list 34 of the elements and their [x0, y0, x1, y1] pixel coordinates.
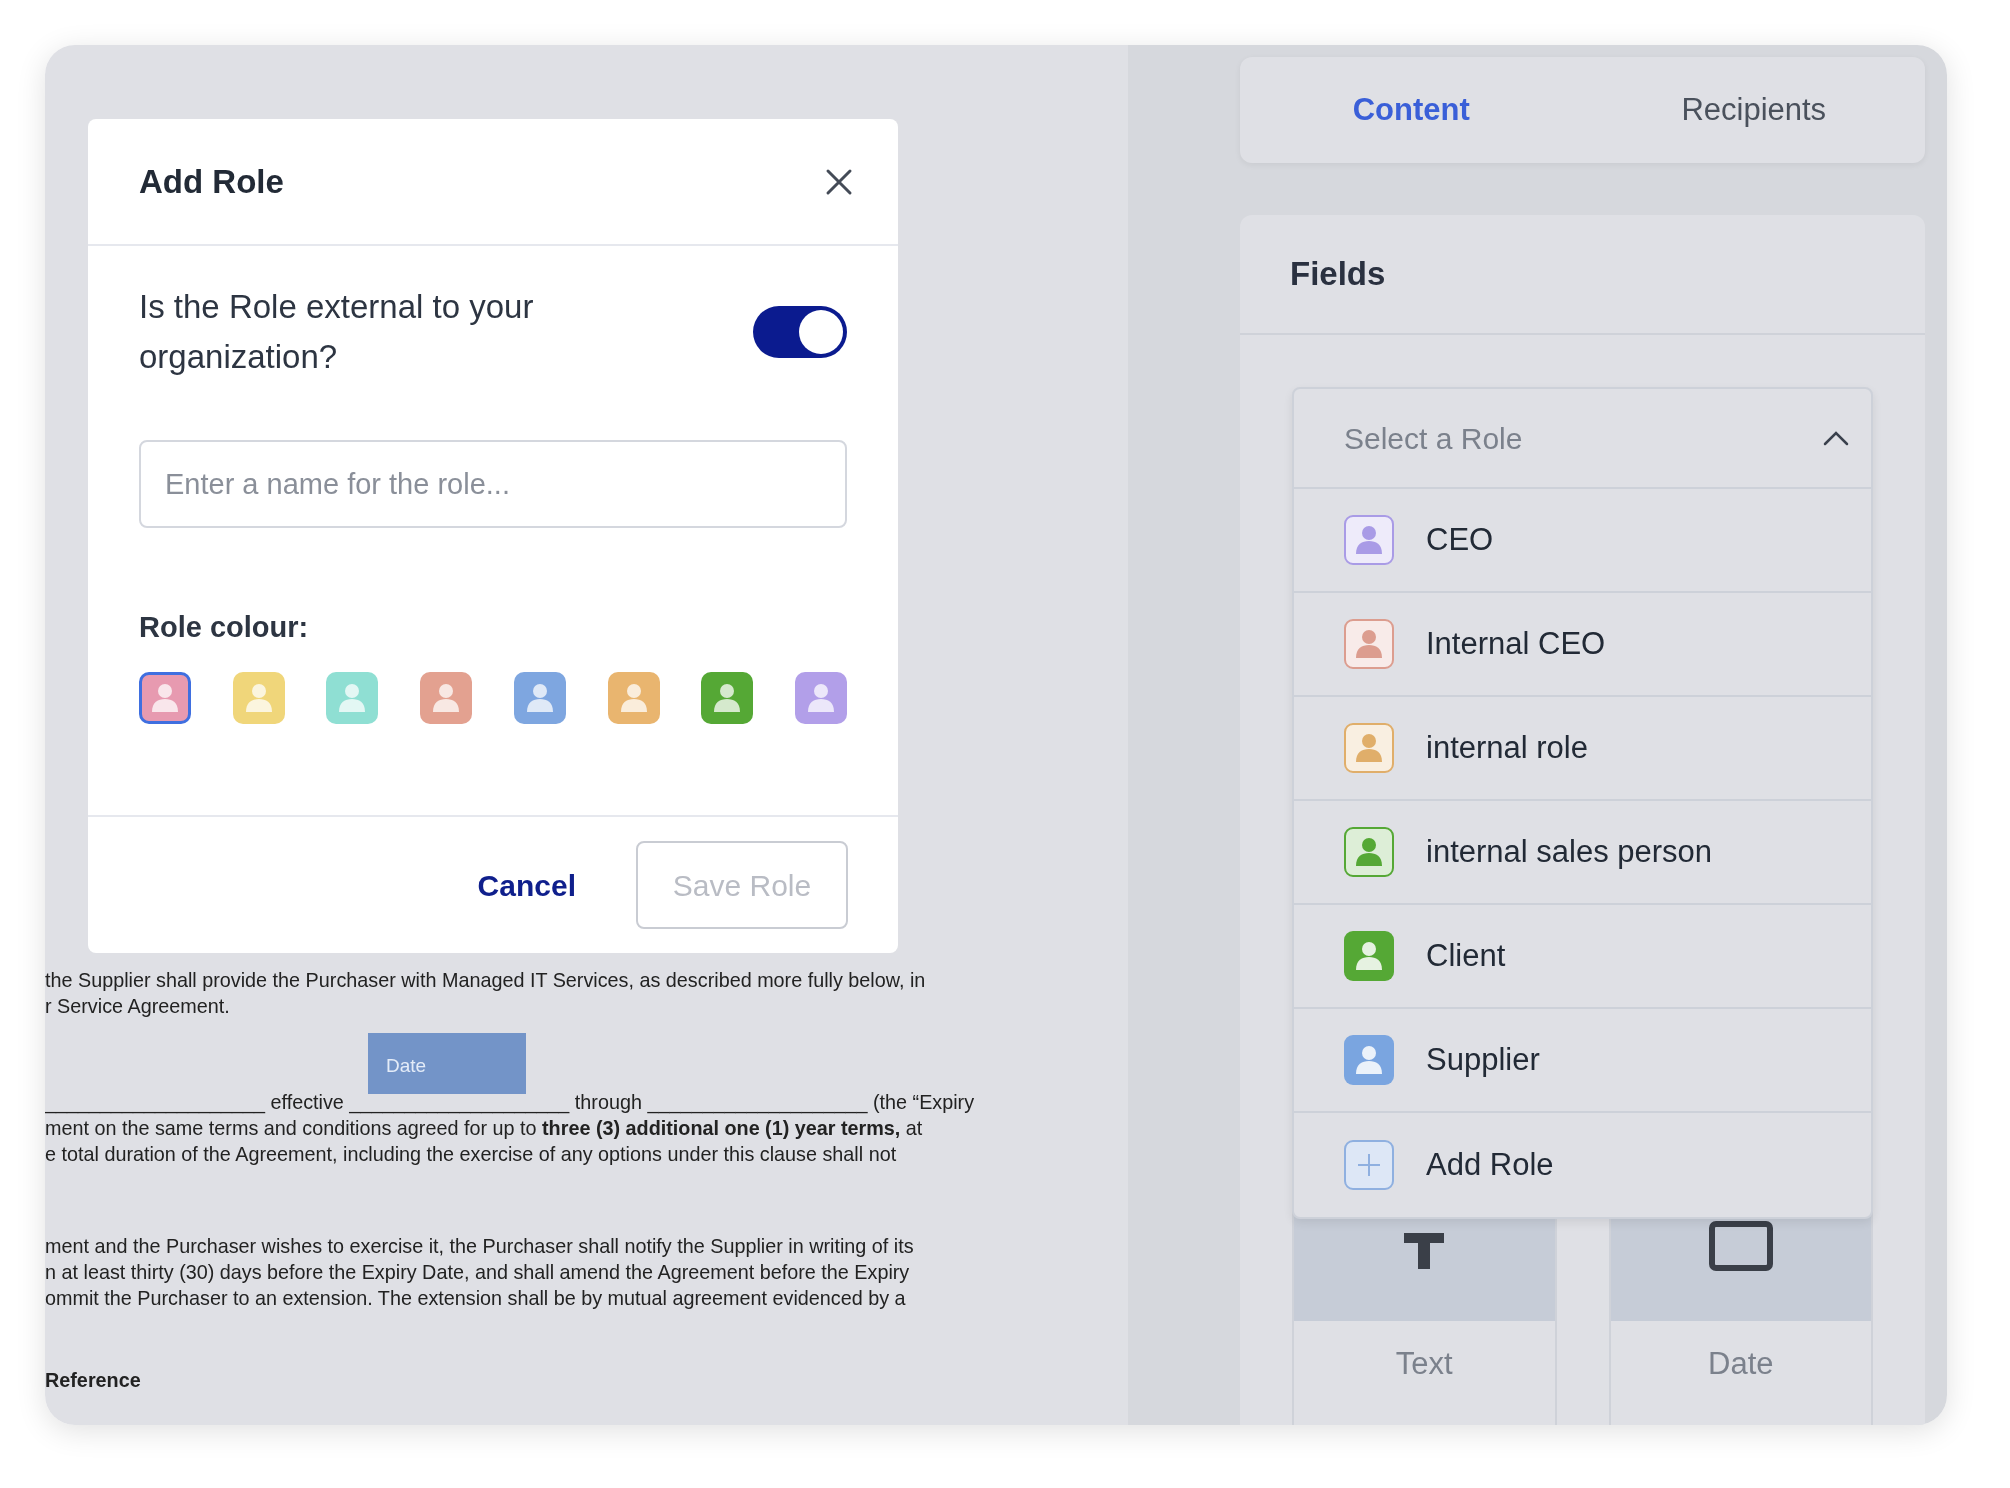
colour-swatch[interactable]: [701, 671, 754, 724]
colour-label: Role colour:: [139, 610, 310, 645]
document-text: r Service Agreement.: [45, 994, 231, 1019]
colour-swatch[interactable]: [232, 671, 285, 724]
document-text: the Supplier shall provide the Purchaser with Managed IT Services, as described more fully below, in: [45, 968, 927, 993]
role-dropdown[interactable]: Select a Role CEO Internal CEO internal role internal sales person Client Supplier Add Role: [1292, 387, 1873, 1219]
question-text: Is the Role external to your organization?: [139, 287, 535, 377]
document-text: ment on the same terms and conditions agreed for up to three (3) additional one (1) year terms, at: [45, 1116, 924, 1141]
role-option[interactable]: Supplier: [1294, 1009, 1871, 1113]
name-input-field[interactable]: Enter a name for the role...: [139, 440, 847, 528]
colour-swatch[interactable]: [607, 671, 660, 724]
dropdown-placeholder: Select a Role: [1344, 420, 1523, 457]
document-heading: Reference: [45, 1368, 142, 1393]
panel-title: Fields: [1240, 215, 1925, 335]
dialog-title: Add Role: [139, 161, 284, 202]
role-option[interactable]: Internal CEO: [1294, 593, 1871, 697]
document-text: e total duration of the Agreement, including the exercise of any options under this clause shall not: [45, 1142, 898, 1167]
colour-swatch[interactable]: [513, 671, 566, 724]
colour-swatch[interactable]: [420, 671, 473, 724]
role-option[interactable]: internal sales person: [1294, 801, 1871, 905]
tab[interactable]: Recipients: [1582, 76, 1925, 144]
cancel-button[interactable]: Cancel: [477, 862, 576, 908]
role-option[interactable]: Client: [1294, 905, 1871, 1009]
role-option[interactable]: CEO: [1294, 489, 1871, 593]
tab[interactable]: Content: [1240, 76, 1583, 144]
colour-swatch[interactable]: [139, 671, 191, 724]
text-icon: [1402, 1231, 1447, 1271]
role-option[interactable]: internal role: [1294, 697, 1871, 801]
colour-swatch[interactable]: [326, 671, 379, 724]
document-text: ment and the Purchaser wishes to exercise it, the Purchaser shall notify the Supplier in writing of its: [45, 1234, 915, 1259]
document-text: n at least thirty (30) days before the Expiry Date, and shall amend the Agreement before the Expiry: [45, 1260, 911, 1285]
toggle-switch[interactable]: [753, 306, 847, 358]
document-text: ommit the Purchaser to an extension. The extension shall be by mutual agreement evidenced by a: [45, 1286, 907, 1311]
colour-swatch[interactable]: [794, 671, 847, 724]
